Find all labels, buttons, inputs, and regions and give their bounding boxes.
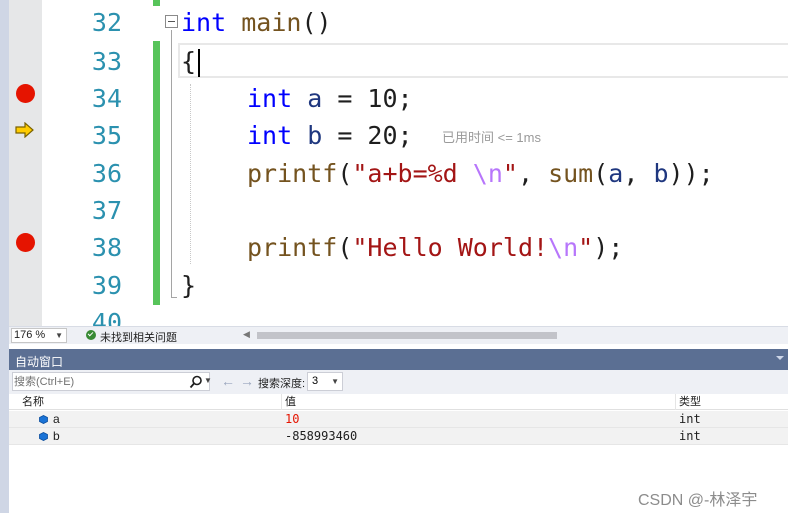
column-header-type[interactable]: 类型 bbox=[679, 395, 701, 409]
autos-grid-header: 名称 值 类型 bbox=[9, 394, 788, 410]
line-number: 40 bbox=[91, 308, 122, 326]
line-number: 39 bbox=[91, 271, 122, 300]
outline-fold-end bbox=[171, 297, 177, 298]
window-border bbox=[0, 0, 9, 513]
line-number: 36 bbox=[91, 159, 122, 188]
collapse-toggle-icon[interactable] bbox=[165, 15, 178, 28]
autos-title-bar[interactable]: 自动窗口 bbox=[9, 349, 788, 370]
scroll-left-icon[interactable]: ◀ bbox=[243, 329, 250, 340]
chevron-down-icon: ▼ bbox=[331, 377, 339, 386]
line-number: 33 bbox=[91, 47, 122, 76]
line-number: 34 bbox=[91, 84, 122, 113]
variable-value[interactable]: 10 bbox=[285, 412, 299, 427]
panel-menu-icon[interactable] bbox=[776, 356, 784, 360]
variable-value[interactable]: -858993460 bbox=[285, 429, 357, 444]
code-line[interactable]: int a = 10; bbox=[247, 80, 413, 117]
variable-name: b bbox=[53, 429, 60, 443]
column-divider[interactable] bbox=[281, 394, 282, 410]
variable-icon bbox=[39, 415, 48, 424]
forward-arrow-icon[interactable]: → bbox=[240, 373, 254, 389]
line-number: 35 bbox=[91, 121, 122, 150]
indent-guide bbox=[190, 84, 191, 264]
change-indicator bbox=[153, 0, 160, 6]
watermark: CSDN @-林泽宇 bbox=[638, 492, 758, 509]
autos-toolbar: ▼ ← → 搜索深度: 3 ▼ bbox=[9, 370, 788, 394]
horizontal-scrollbar-thumb[interactable] bbox=[257, 332, 557, 339]
search-depth-dropdown[interactable]: 3 ▼ bbox=[307, 372, 343, 391]
code-line[interactable]: { bbox=[181, 43, 201, 80]
search-box[interactable]: ▼ bbox=[12, 372, 212, 391]
breakpoint-icon[interactable] bbox=[16, 84, 35, 103]
code-line[interactable]: int main() bbox=[181, 4, 332, 41]
column-header-value[interactable]: 值 bbox=[285, 395, 296, 409]
perf-tip[interactable]: 已用时间 <= 1ms bbox=[442, 127, 541, 146]
code-line[interactable]: printf("a+b=%d \n", sum(a, b)); bbox=[247, 155, 714, 192]
code-line[interactable]: int b = 20; bbox=[247, 117, 413, 154]
variable-type: int bbox=[679, 412, 701, 426]
issues-status[interactable]: 未找到相关问题 bbox=[100, 329, 177, 345]
current-line-highlight bbox=[178, 43, 788, 78]
line-number: 38 bbox=[91, 233, 122, 262]
text-caret bbox=[198, 49, 201, 77]
column-header-name[interactable]: 名称 bbox=[22, 395, 44, 409]
zoom-value: 176 % bbox=[14, 329, 46, 341]
check-circle-icon bbox=[86, 330, 96, 340]
editor-status-bar: 176 % ▼ 未找到相关问题 ◀ bbox=[9, 326, 788, 344]
glyph-margin[interactable] bbox=[9, 0, 42, 326]
zoom-dropdown[interactable]: 176 % ▼ bbox=[11, 328, 67, 343]
search-depth-label: 搜索深度: bbox=[258, 378, 306, 390]
code-line[interactable]: printf("Hello World!\n"); bbox=[247, 229, 623, 266]
outline-fold-line bbox=[171, 30, 172, 298]
search-depth-value: 3 bbox=[312, 375, 319, 387]
line-number: 32 bbox=[91, 8, 122, 37]
panel-title: 自动窗口 bbox=[15, 355, 64, 369]
variable-icon bbox=[39, 432, 48, 441]
variable-type: int bbox=[679, 429, 701, 443]
current-statement-arrow-icon bbox=[15, 122, 34, 138]
chevron-down-icon[interactable]: ▼ bbox=[204, 376, 212, 385]
table-row[interactable]: a 10 int bbox=[9, 411, 788, 428]
table-row[interactable]: b -858993460 int bbox=[9, 428, 788, 445]
search-icon[interactable] bbox=[189, 375, 203, 389]
variable-name: a bbox=[53, 412, 60, 426]
code-editor[interactable]: 32 33 34 35 36 37 38 39 40 int main() { … bbox=[0, 0, 788, 326]
change-indicator bbox=[153, 41, 160, 305]
search-input[interactable] bbox=[14, 374, 182, 389]
back-arrow-icon[interactable]: ← bbox=[221, 373, 235, 389]
chevron-down-icon: ▼ bbox=[55, 331, 63, 340]
line-number: 37 bbox=[91, 196, 122, 225]
code-line[interactable]: } bbox=[181, 267, 196, 304]
column-divider[interactable] bbox=[675, 394, 676, 410]
breakpoint-icon[interactable] bbox=[16, 233, 35, 252]
